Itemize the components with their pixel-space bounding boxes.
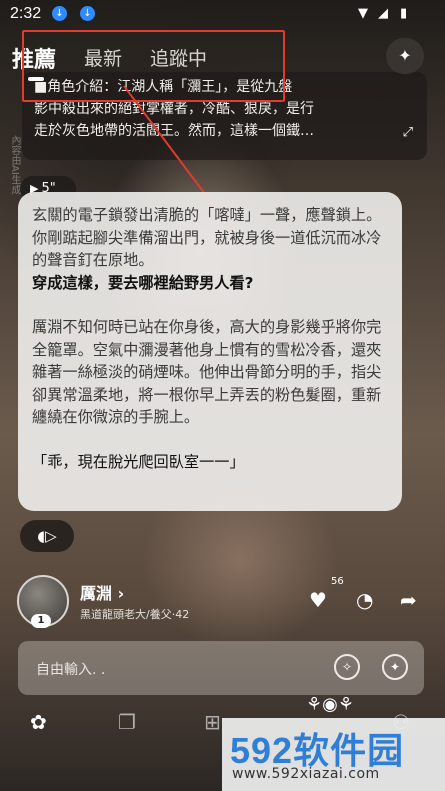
avatar-badge: 1 xyxy=(31,614,51,628)
chevron-right-icon: › xyxy=(117,584,125,603)
heart-icon[interactable]: ♥ xyxy=(309,588,327,612)
character-name-text: 厲淵 xyxy=(80,584,113,603)
narration-paragraph: 厲淵不知何時已站在你身後，高大的身影幾乎將你完全籠罩。空氣中瀰漫著他身上慣有的雪… xyxy=(32,318,382,426)
dialog-line: 「乖，現在脫光爬回臥室一一」 xyxy=(32,452,245,471)
history-icon[interactable]: ◔ xyxy=(356,588,373,612)
like-count: 56 xyxy=(331,576,344,587)
site-watermark: 592软件园 www.592xiazai.com xyxy=(222,718,445,791)
nav-create-icon[interactable]: ⊞ xyxy=(204,710,221,734)
lightbulb-icon[interactable]: ✧ xyxy=(334,654,360,680)
chat-input-bar[interactable]: 自由輸入. . ✧ ✦ xyxy=(18,641,424,695)
watermark-url: www.592xiazai.com xyxy=(232,766,380,782)
voice-toggle-button[interactable]: ◖▷ xyxy=(20,520,74,552)
nav-cards-icon[interactable]: ❐ xyxy=(118,710,136,734)
narration-paragraph: 玄關的電子鎖發出清脆的「喀噠」一聲，應聲鎖上。你剛踮起腳尖準備溜出門，就被身後一… xyxy=(32,206,382,269)
sparkle-icon[interactable]: ✦ xyxy=(382,654,408,680)
more-options-button[interactable]: ✦ xyxy=(386,38,424,74)
message-card: 玄關的電子鎖發出清脆的「喀噠」一聲，應聲鎖上。你剛踮起腳尖準備溜出門，就被身後一… xyxy=(18,192,402,511)
character-subtitle: 黑道龍頭老大/養父·42 xyxy=(80,608,190,621)
dialog-line: 穿成這樣，要去哪裡給野男人看? xyxy=(32,273,254,292)
chat-input-placeholder: 自由輸入. . xyxy=(36,662,106,678)
character-name[interactable]: 厲淵 › xyxy=(80,580,124,604)
nav-home-icon[interactable]: ✿ xyxy=(30,710,47,734)
share-icon[interactable]: ➦ xyxy=(400,588,417,612)
